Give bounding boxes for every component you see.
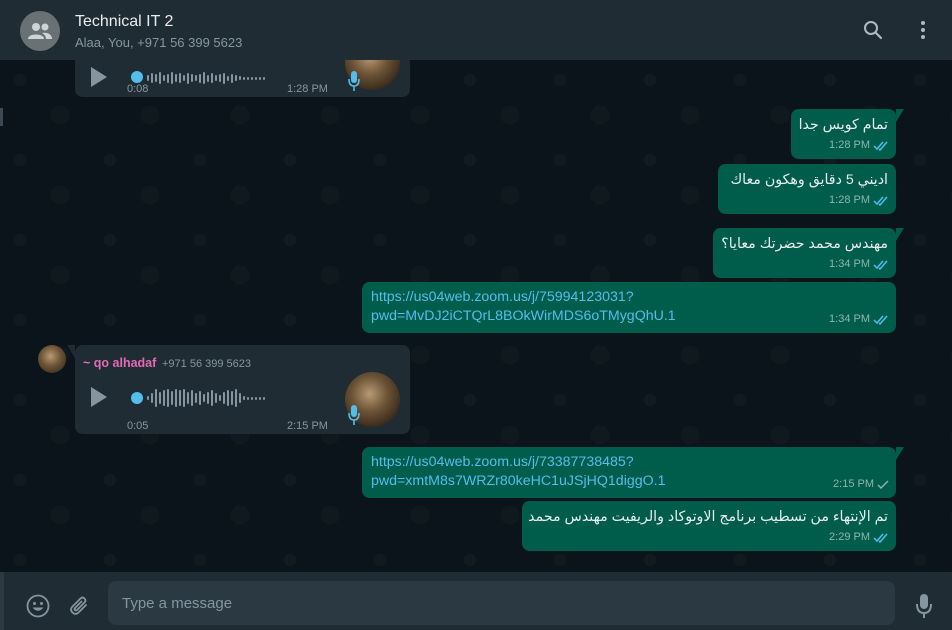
message-time: 1:34 PM (829, 258, 870, 270)
message-meta: 2:15 PM (833, 475, 889, 494)
message-meta: 1:28 PM (829, 136, 889, 155)
double-check-icon (873, 260, 888, 270)
sender-avatar[interactable] (38, 345, 66, 373)
zoom-link-line1[interactable]: https://us04web.zoom.us/j/75994123031? (371, 288, 676, 307)
menu-button[interactable] (911, 18, 935, 42)
double-check-icon (873, 196, 888, 206)
group-icon (28, 23, 52, 39)
mic-icon (348, 71, 360, 91)
message-time: 2:15 PM (287, 420, 328, 432)
message-time: 1:28 PM (829, 194, 870, 206)
message-meta: 1:34 PM (829, 255, 889, 274)
waveform[interactable] (147, 68, 265, 88)
waveform[interactable] (147, 388, 265, 408)
search-button[interactable] (861, 18, 885, 42)
mic-icon (916, 594, 932, 618)
scrollbar-thumb[interactable] (0, 108, 3, 126)
zoom-link-line1[interactable]: https://us04web.zoom.us/j/73387738485? (371, 453, 666, 472)
zoom-link-line2[interactable]: pwd=xmtM8s7WRZr80keHC1uJSjHQ1diggO.1 (371, 472, 666, 491)
double-check-icon (873, 315, 888, 325)
chat-participants: Alaa, You, +971 56 399 5623 (75, 35, 243, 50)
play-icon[interactable] (89, 66, 109, 88)
play-icon[interactable] (89, 386, 109, 408)
voice-duration: 0:05 (127, 420, 149, 432)
chat-header: Technical IT 2 Alaa, You, +971 56 399 56… (0, 0, 952, 60)
voice-record-button[interactable] (912, 592, 936, 620)
menu-icon (921, 21, 925, 39)
emoji-icon (26, 594, 50, 618)
message-input[interactable] (108, 581, 895, 625)
message-meta: 1:34 PM (829, 310, 889, 329)
message-time: 1:34 PM (829, 313, 870, 325)
search-icon (864, 21, 883, 40)
outgoing-link-message[interactable]: https://us04web.zoom.us/j/75994123031? p… (362, 282, 896, 333)
emoji-button[interactable] (25, 593, 51, 619)
outgoing-message[interactable]: اديني 5 دقايق وهكون معاك 1:28 PM (718, 164, 896, 214)
footer-edge (0, 572, 4, 630)
message-time: 1:28 PM (287, 83, 328, 95)
outgoing-message[interactable]: تمام كويس جدا 1:28 PM (791, 109, 904, 159)
playback-position[interactable] (131, 392, 143, 404)
voice-duration: 0:08 (127, 83, 149, 95)
message-time: 2:15 PM (833, 478, 874, 490)
message-time: 1:28 PM (829, 139, 870, 151)
single-check-icon (877, 480, 889, 490)
message-meta: 1:28 PM (829, 191, 889, 210)
composer (0, 572, 952, 630)
attach-button[interactable] (66, 593, 92, 619)
header-info[interactable]: Technical IT 2 Alaa, You, +971 56 399 56… (75, 12, 242, 52)
outgoing-link-message[interactable]: https://us04web.zoom.us/j/73387738485? p… (362, 447, 904, 498)
message-text: تمام كويس جدا (798, 117, 888, 133)
message-list[interactable]: 0:08 1:28 PM تمام كويس جدا 1:28 PM اديني… (0, 60, 952, 572)
group-avatar[interactable] (20, 11, 60, 51)
voice-message: 0:08 1:28 PM (75, 60, 410, 97)
message-text: اديني 5 دقايق وهكون معاك (730, 172, 888, 188)
zoom-link-line2[interactable]: pwd=MvDJ2iCTQrL8BOkWirMDS6oTMygQhU.1 (371, 307, 676, 326)
attach-icon (70, 596, 87, 615)
double-check-icon (873, 533, 888, 543)
message-time: 2:29 PM (829, 531, 870, 543)
message-text: مهندس محمد حضرتك معايا؟ (721, 236, 888, 252)
outgoing-message[interactable]: مهندس محمد حضرتك معايا؟ 1:34 PM (713, 228, 904, 278)
double-check-icon (873, 141, 888, 151)
sender-name[interactable]: ~ qo alhadaf (83, 354, 156, 373)
chat-title: Technical IT 2 (75, 13, 174, 30)
sender-phone: +971 56 399 5623 (162, 358, 252, 370)
outgoing-message[interactable]: تم الإنتهاء من تسطيب برنامج الاوتوكاد وا… (522, 501, 896, 551)
mic-icon (348, 405, 360, 425)
message-text: تم الإنتهاء من تسطيب برنامج الاوتوكاد وا… (528, 509, 888, 525)
message-meta: 2:29 PM (829, 528, 889, 547)
voice-message: ~ qo alhadaf +971 56 399 5623 0:05 2:15 … (67, 345, 410, 434)
